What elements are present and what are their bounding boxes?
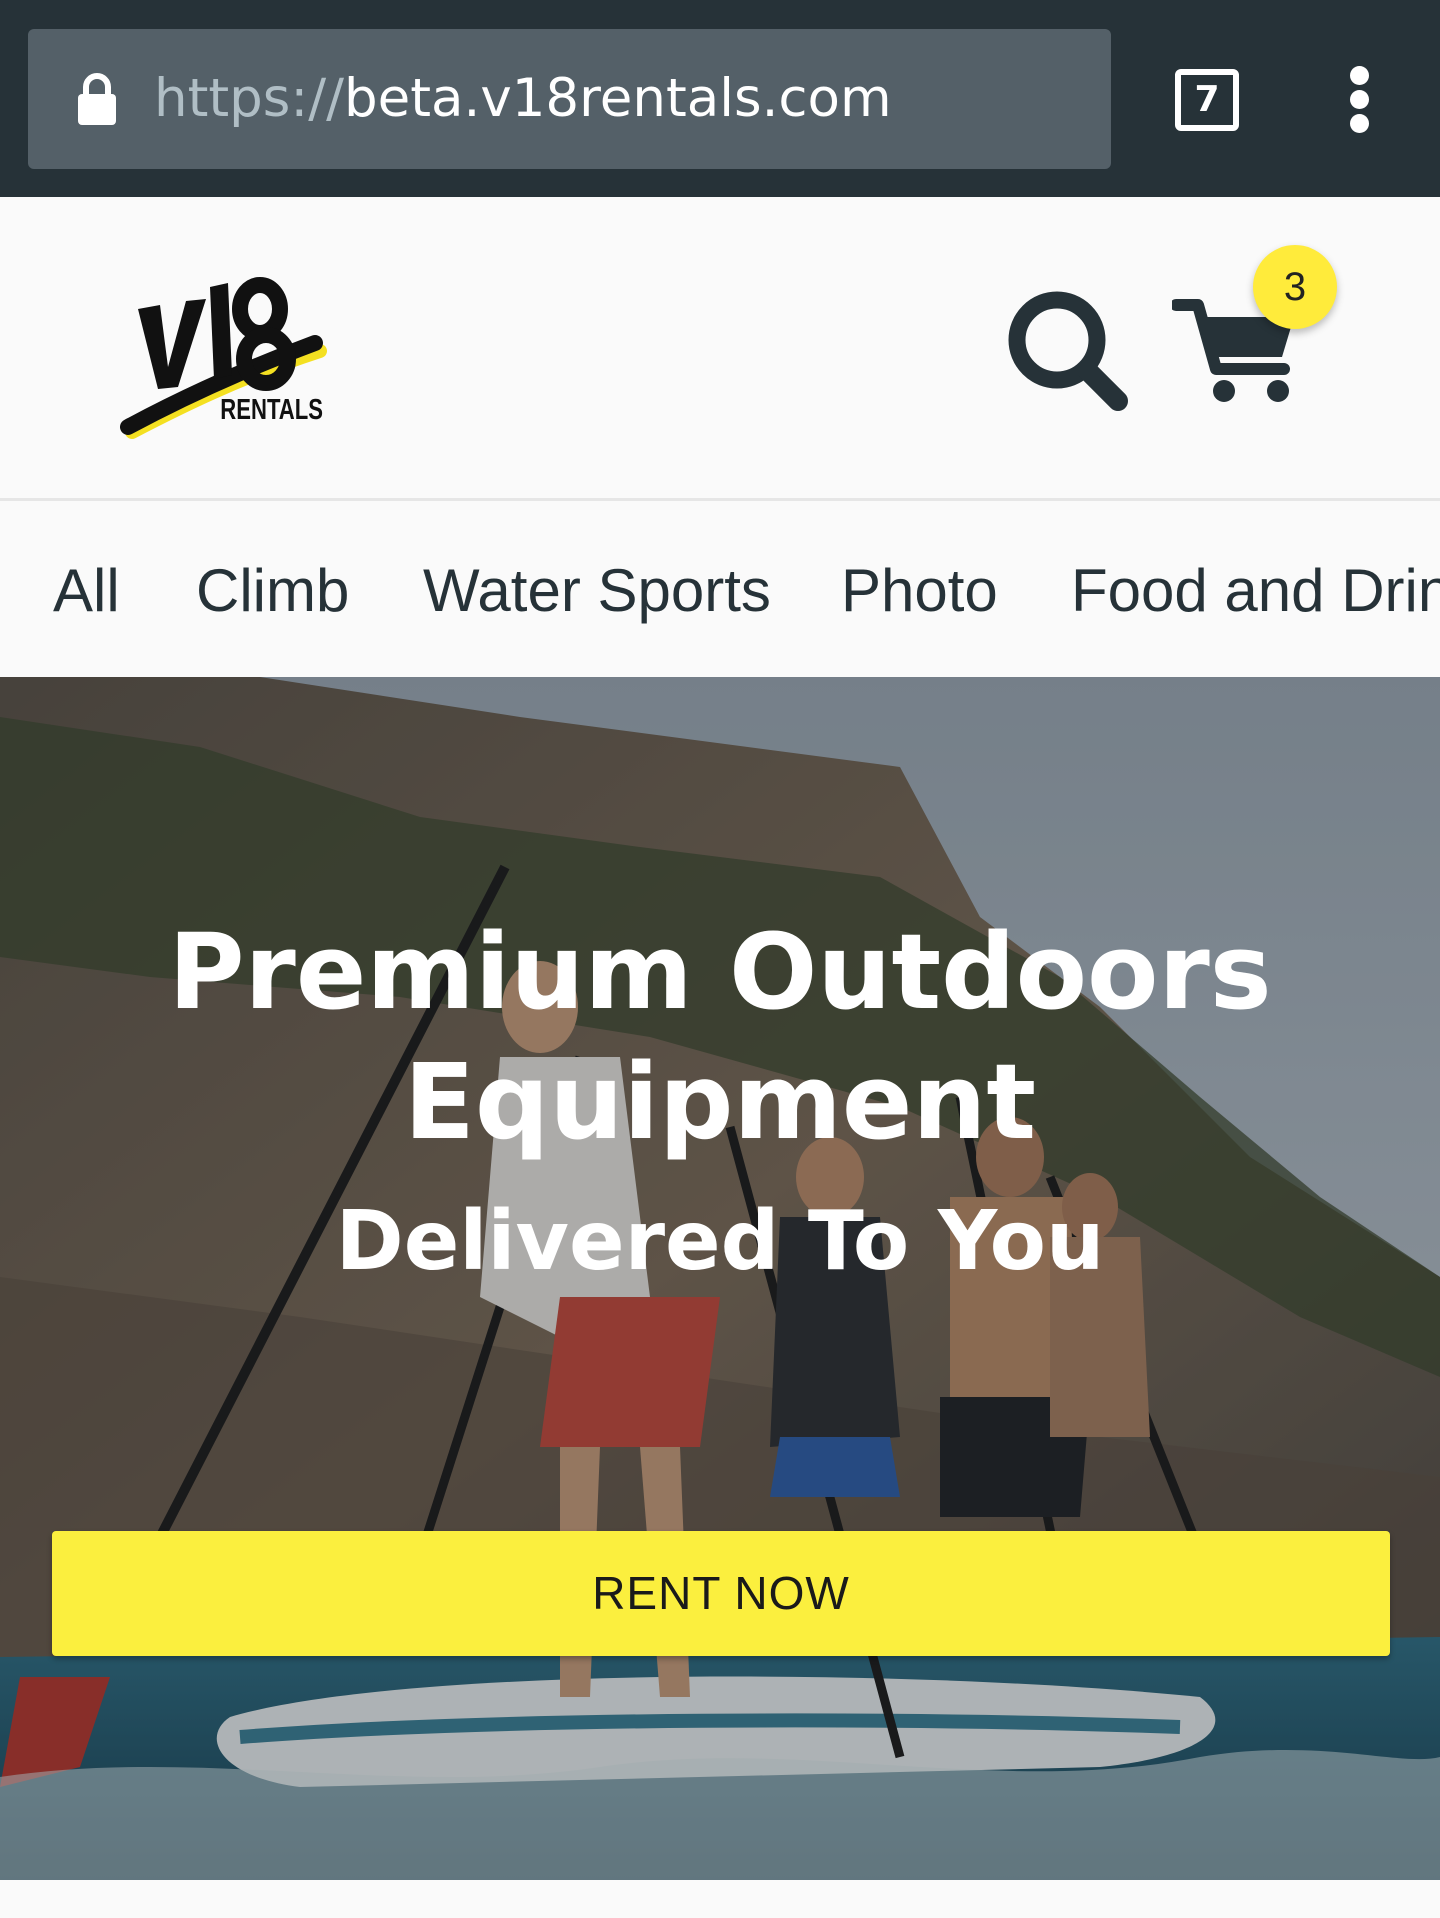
category-nav: All Climb Water Sports Photo Food and Dr… — [0, 504, 1440, 677]
category-food-and-drink[interactable]: Food and Drink — [1071, 504, 1440, 677]
url-text[interactable]: https://beta.v18rentals.com — [154, 29, 892, 169]
category-all[interactable]: All — [53, 504, 120, 677]
hero-banner: Premium Outdoors Equipment Delivered To … — [0, 677, 1440, 1880]
cart-count-badge: 3 — [1253, 245, 1337, 329]
browser-toolbar: https://beta.v18rentals.com 7 — [0, 0, 1440, 197]
site-header: RENTALS 3 — [0, 197, 1440, 501]
category-photo[interactable]: Photo — [841, 504, 998, 677]
address-bar[interactable]: https://beta.v18rentals.com — [28, 29, 1111, 169]
url-scheme: https:// — [154, 68, 344, 129]
category-climb[interactable]: Climb — [196, 504, 349, 677]
hero-title-line1: Premium Outdoors — [168, 911, 1272, 1033]
category-water-sports[interactable]: Water Sports — [423, 504, 771, 677]
more-vert-icon[interactable] — [1340, 66, 1380, 133]
search-icon[interactable] — [1005, 288, 1130, 413]
v18-rentals-logo[interactable]: RENTALS — [120, 267, 330, 452]
rent-now-button[interactable]: RENT NOW — [52, 1531, 1390, 1656]
hero-title-line2: Equipment — [403, 1041, 1037, 1163]
tab-switcher-icon[interactable]: 7 — [1175, 69, 1239, 131]
lock-icon — [78, 73, 116, 125]
logo-text: RENTALS — [220, 394, 323, 425]
hero-title: Premium Outdoors Equipment — [0, 907, 1440, 1167]
page-bottom — [0, 1880, 1440, 1918]
tab-count: 7 — [1194, 79, 1220, 120]
url-host: beta.v18rentals.com — [343, 68, 892, 129]
hero-subtitle: Delivered To You — [335, 1194, 1105, 1289]
